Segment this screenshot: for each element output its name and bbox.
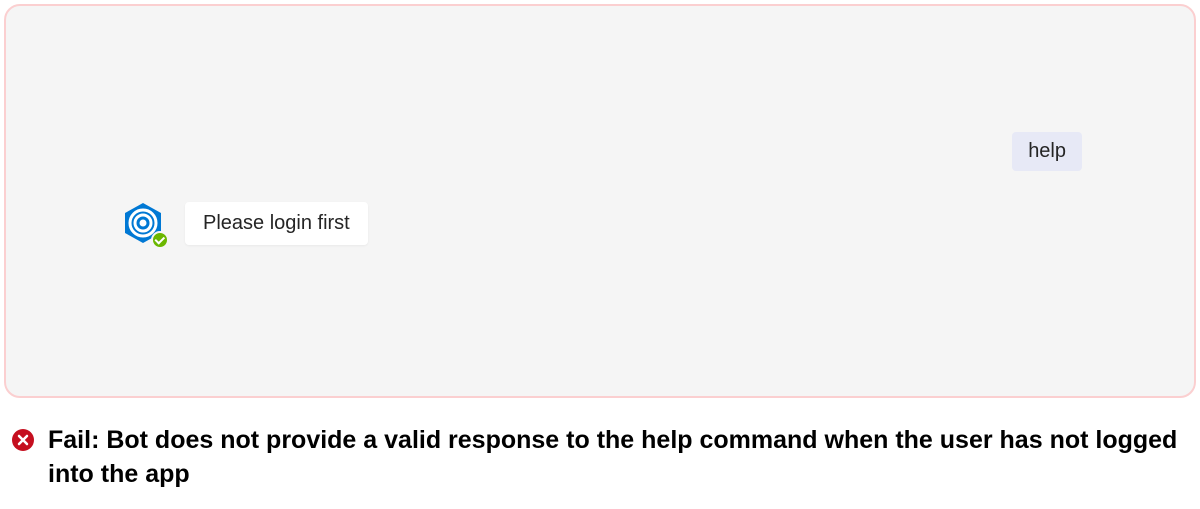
- bot-message-text: Please login first: [203, 212, 350, 234]
- bot-avatar: [121, 201, 165, 245]
- available-status-icon: [151, 231, 169, 249]
- result-row: Fail: Bot does not provide a valid respo…: [0, 402, 1200, 492]
- user-message-bubble: help: [1012, 132, 1082, 171]
- user-message-text: help: [1028, 140, 1066, 162]
- error-circle-icon: [12, 429, 34, 451]
- result-message: Fail: Bot does not provide a valid respo…: [48, 424, 1188, 492]
- chat-panel: help Please login first: [4, 4, 1196, 398]
- bot-message-row: Please login first: [121, 201, 368, 245]
- bot-message-bubble: Please login first: [185, 202, 368, 245]
